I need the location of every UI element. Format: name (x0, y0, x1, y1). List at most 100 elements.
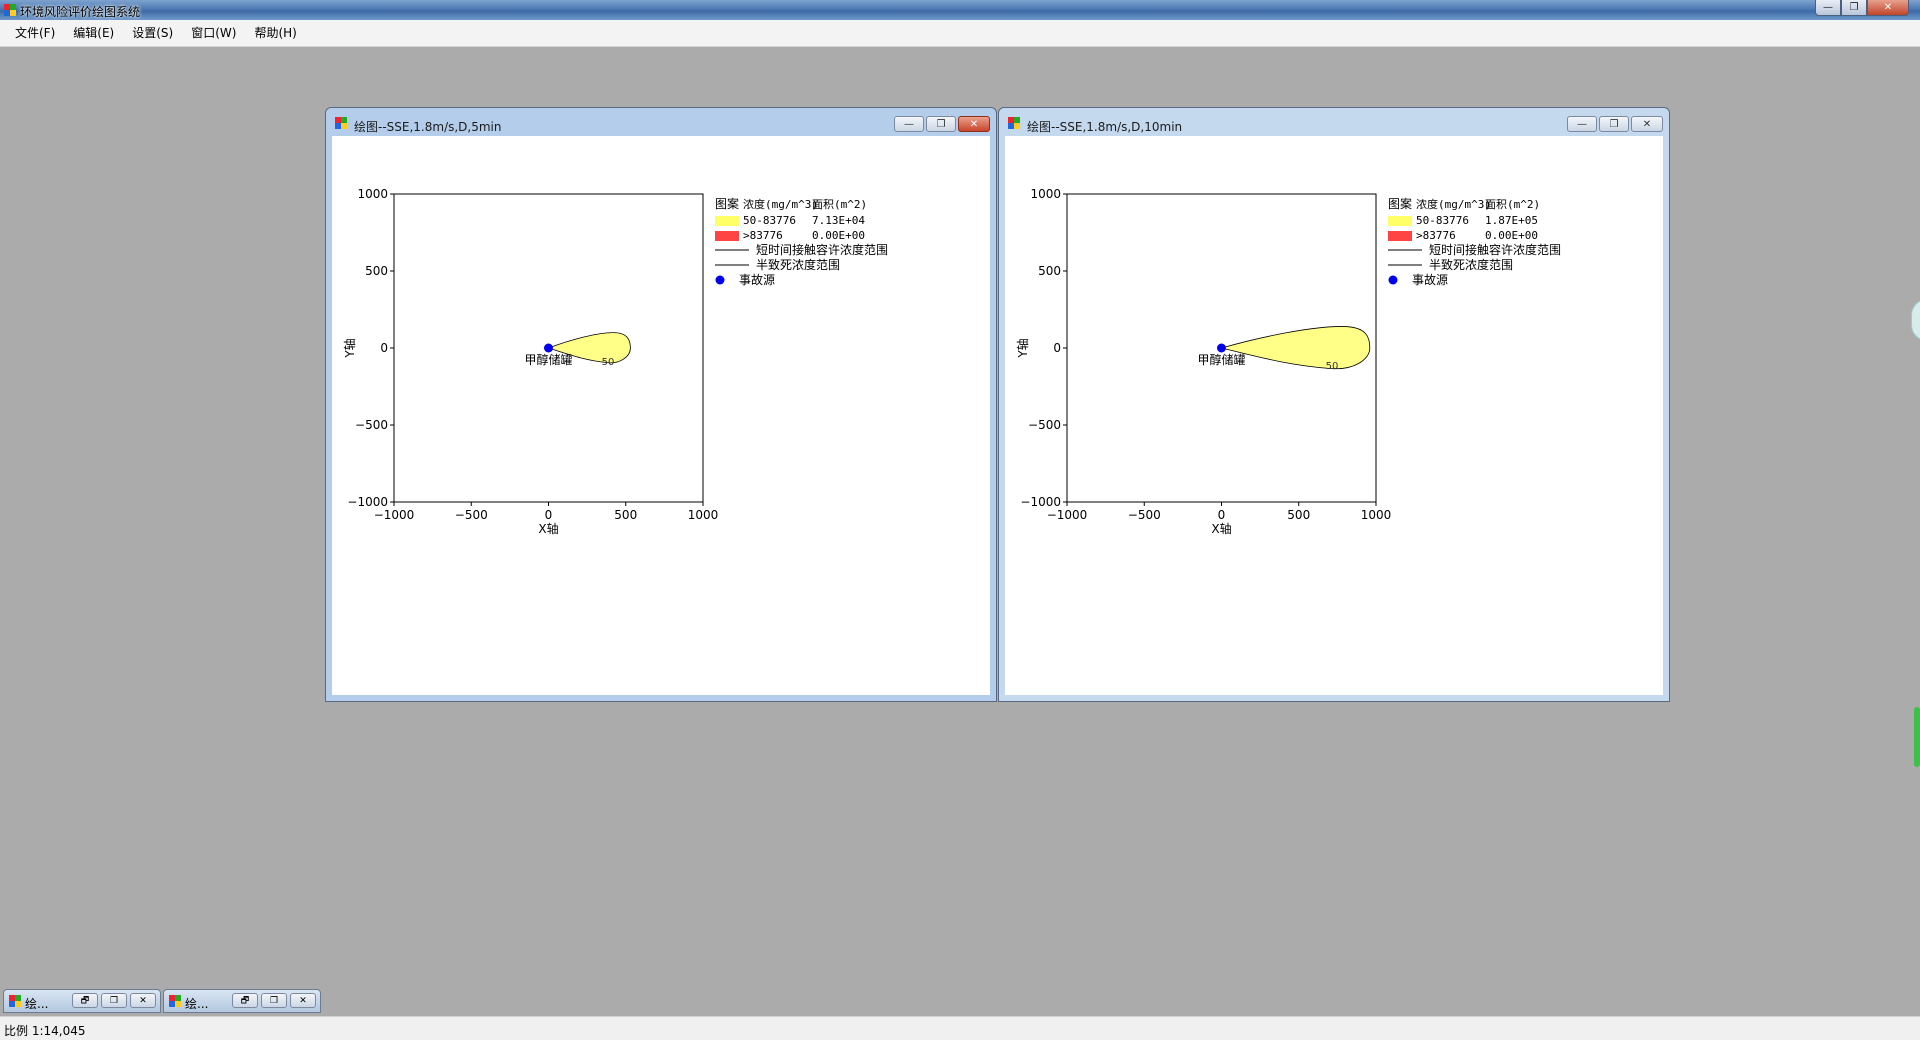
legend-area: 7.13E+04 (812, 214, 865, 227)
y-tick-label: 500 (365, 264, 388, 278)
plot-window-10min[interactable]: 绘图--SSE,1.8m/s,D,10min — ❐ ✕ −1000 −500 0 5… (998, 107, 1670, 702)
legend-line-label: 短时间接触容许浓度范围 (756, 242, 888, 257)
source-label: 甲醇储罐 (1197, 352, 1245, 367)
x-tick-label: −1000 (374, 508, 415, 522)
menu-edit[interactable]: 编辑(E) (64, 22, 123, 44)
maximize-button[interactable]: ❐ (101, 993, 127, 1008)
legend-swatch (715, 216, 739, 226)
x-tick-label: 0 (1218, 508, 1226, 522)
plot-canvas: −1000 −500 0 500 1000 −1000 −500 0 500 1000 X轴 Y轴 50… (332, 136, 990, 695)
y-tick-label: 1000 (357, 187, 388, 201)
minimized-window[interactable]: 绘... 🗗 ❐ ✕ (3, 989, 161, 1013)
minimized-window-controls: 🗗 ❐ ✕ (232, 993, 316, 1008)
legend-swatch (715, 231, 739, 241)
close-button[interactable]: ✕ (130, 993, 156, 1008)
plot-window-5min[interactable]: 绘图--SSE,1.8m/s,D,5min — ❐ ✕ −1000 −500 0 50… (325, 107, 997, 702)
restore-button[interactable]: 🗗 (232, 993, 258, 1008)
menu-window[interactable]: 窗口(W) (182, 22, 245, 44)
x-tick-label: 1000 (1361, 508, 1392, 522)
legend-range: 50-83776 (1416, 214, 1469, 227)
plot-window-title: 绘图--SSE,1.8m/s,D,10min (1027, 120, 1183, 134)
x-axis-label: X轴 (538, 521, 558, 536)
legend-swatch (1388, 216, 1412, 226)
minimized-window-label: 绘... (185, 997, 209, 1011)
x-tick-label: −1000 (1047, 508, 1088, 522)
app-icon (4, 4, 16, 16)
legend-line-label: 半致死浓度范围 (756, 257, 840, 272)
edge-indicator (1914, 707, 1920, 767)
legend-line-label: 短时间接触容许浓度范围 (1429, 242, 1561, 257)
minimized-window[interactable]: 绘... 🗗 ❐ ✕ (163, 989, 321, 1013)
y-axis-label: Y轴 (342, 338, 357, 358)
x-tick-label: 1000 (688, 508, 719, 522)
source-marker (544, 343, 553, 353)
menu-help[interactable]: 帮助(H) (245, 22, 305, 44)
legend-area: 0.00E+00 (1485, 229, 1538, 242)
window-icon (169, 995, 181, 1007)
app-window-controls: — ❐ ✕ (1815, 0, 1909, 17)
app-titlebar[interactable]: 环境风险评价绘图系统 — ❐ ✕ (0, 0, 1920, 20)
y-tick-label: 1000 (1030, 187, 1061, 201)
x-tick-label: 0 (545, 508, 553, 522)
plot-window-titlebar[interactable]: 绘图--SSE,1.8m/s,D,10min — ❐ ✕ (999, 108, 1669, 136)
close-button[interactable]: ✕ (1631, 116, 1663, 132)
restore-button[interactable]: ❐ (926, 116, 956, 132)
contour-chart: −1000 −500 0 500 1000 −1000 −500 0 500 1000 X轴 Y轴 50… (1015, 187, 1561, 536)
legend-line-label: 半致死浓度范围 (1429, 257, 1513, 272)
legend-swatch (1388, 231, 1412, 241)
window-icon (335, 117, 347, 129)
minimize-button[interactable]: — (894, 116, 924, 132)
close-button[interactable]: ✕ (1867, 0, 1909, 16)
legend-header-pattern: 图案 (1388, 196, 1412, 211)
minimize-button[interactable]: — (1567, 116, 1597, 132)
x-axis-label: X轴 (1211, 521, 1231, 536)
y-tick-label: −1000 (1020, 495, 1061, 509)
legend-marker (1388, 275, 1398, 285)
x-tick-label: 500 (614, 508, 637, 522)
window-icon (9, 995, 21, 1007)
plot-window-controls: — ❐ ✕ (894, 116, 990, 132)
legend-range: >83776 (1416, 229, 1456, 242)
legend-marker-label: 事故源 (739, 272, 775, 287)
plot-window-titlebar[interactable]: 绘图--SSE,1.8m/s,D,5min — ❐ ✕ (326, 108, 996, 136)
contour-label: 50 (1326, 361, 1339, 372)
menu-settings[interactable]: 设置(S) (123, 22, 182, 44)
close-button[interactable]: ✕ (958, 116, 990, 132)
y-tick-label: 0 (1053, 341, 1061, 355)
y-tick-label: 500 (1038, 264, 1061, 278)
minimize-button[interactable]: — (1815, 0, 1841, 16)
legend-header-area: 面积(m^2) (812, 198, 867, 211)
restore-button[interactable]: 🗗 (72, 993, 98, 1008)
plot-window-controls: — ❐ ✕ (1567, 116, 1663, 132)
y-tick-label: −500 (1028, 418, 1061, 432)
maximize-button[interactable]: ❐ (261, 993, 287, 1008)
plot-window-title: 绘图--SSE,1.8m/s,D,5min (354, 120, 502, 134)
legend-area: 0.00E+00 (812, 229, 865, 242)
legend-header-concentration: 浓度(mg/m^3) (743, 197, 818, 211)
legend-range: 50-83776 (743, 214, 796, 227)
x-tick-label: −500 (455, 508, 488, 522)
source-label: 甲醇储罐 (524, 352, 572, 367)
restore-button[interactable]: ❐ (1599, 116, 1629, 132)
legend-marker-label: 事故源 (1412, 272, 1448, 287)
menu-file[interactable]: 文件(F) (6, 22, 64, 44)
legend-marker (715, 275, 725, 285)
plot-canvas: −1000 −500 0 500 1000 −1000 −500 0 500 1000 X轴 Y轴 50… (1005, 136, 1663, 695)
source-marker (1217, 343, 1226, 353)
x-tick-label: −500 (1128, 508, 1161, 522)
y-axis-label: Y轴 (1015, 338, 1030, 358)
scale-readout: 比例 1:14,045 (4, 1024, 86, 1038)
legend-header-pattern: 图案 (715, 196, 739, 211)
y-tick-label: −500 (355, 418, 388, 432)
restore-button[interactable]: ❐ (1841, 0, 1867, 16)
legend-range: >83776 (743, 229, 783, 242)
close-button[interactable]: ✕ (290, 993, 316, 1008)
window-icon (1008, 117, 1020, 129)
legend-area: 1.87E+05 (1485, 214, 1538, 227)
status-bar: 比例 1:14,045 (0, 1016, 1920, 1040)
minimized-window-controls: 🗗 ❐ ✕ (72, 993, 156, 1008)
x-tick-label: 500 (1287, 508, 1310, 522)
legend-header-area: 面积(m^2) (1485, 198, 1540, 211)
minimized-window-label: 绘... (25, 997, 49, 1011)
contour-chart: −1000 −500 0 500 1000 −1000 −500 0 500 1000 X轴 Y轴 50… (342, 187, 888, 536)
